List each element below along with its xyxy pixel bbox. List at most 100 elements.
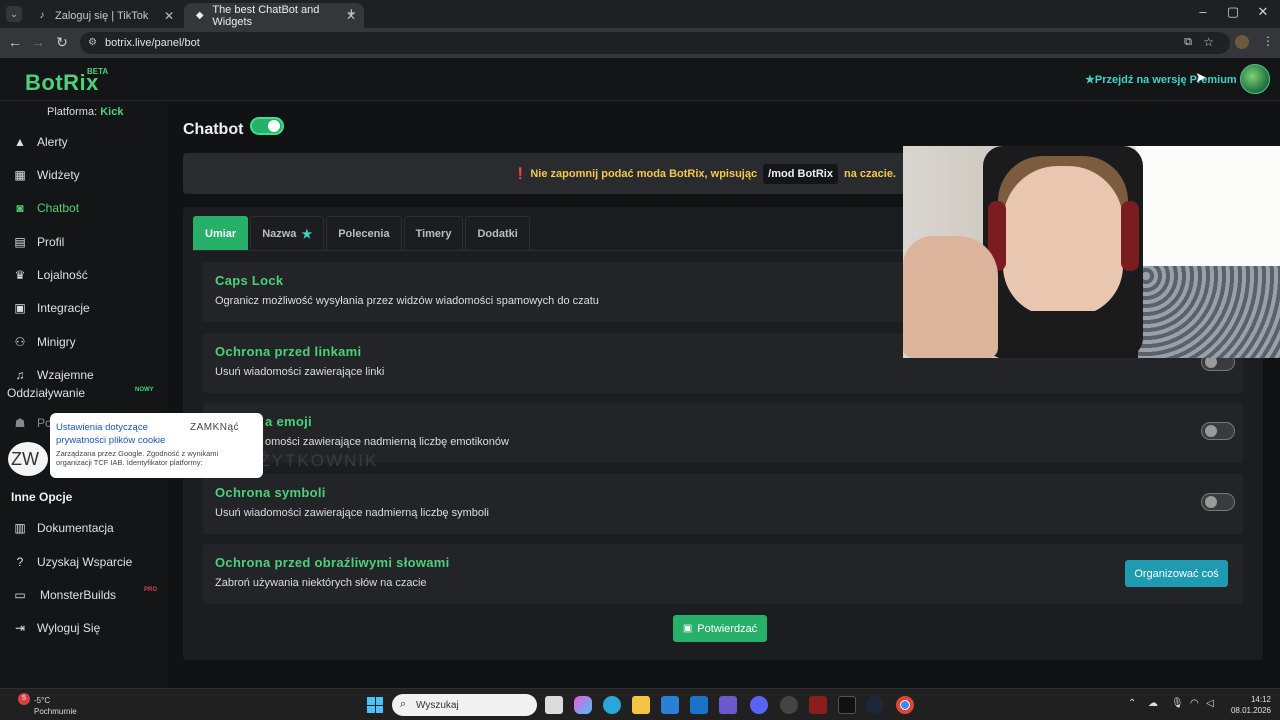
sidebar-item-wyloguj[interactable]: ⇥ Wyloguj Się: [0, 613, 167, 643]
rule-toggle[interactable]: [1201, 493, 1235, 511]
capcut-icon[interactable]: [838, 696, 856, 714]
sidebar-item-minigry[interactable]: ⚇ Minigry: [0, 327, 167, 357]
sidebar-item-wsparcie[interactable]: ? Uzyskaj Wsparcie: [0, 547, 167, 577]
clock[interactable]: 14:12 08.01.2026: [1227, 694, 1271, 716]
browser-tab-tiktok[interactable]: ♪ Zaloguj się | TikTok ✕: [26, 3, 182, 28]
browser-tab-botrix[interactable]: ◆ The best ChatBot and Widgets ✕: [184, 3, 364, 28]
wifi-icon[interactable]: ◠: [1190, 698, 1199, 709]
bookmark-star-icon[interactable]: ☆: [1203, 35, 1214, 49]
chatbot-toggle[interactable]: [250, 117, 284, 135]
shield-app-icon[interactable]: [809, 696, 827, 714]
sidebar-item-alerty[interactable]: ▲ Alerty: [0, 127, 167, 157]
sidebar-item-lojalnosc[interactable]: ♛ Lojalność: [0, 260, 167, 290]
steam-icon[interactable]: [866, 696, 884, 714]
app-icon[interactable]: [780, 696, 798, 714]
back-icon[interactable]: ←: [6, 34, 24, 50]
sidebar-item-label: Profil: [37, 235, 65, 249]
translate-icon[interactable]: ⧉: [1184, 36, 1192, 49]
store-icon[interactable]: [661, 696, 679, 714]
save-button[interactable]: ▣ Potwierdzać: [673, 615, 767, 642]
close-tab-icon[interactable]: ✕: [164, 9, 174, 23]
taskbar: 5 -5°C Pochmurnie ⌕ Wyszukaj ⌃ ☁ 🎙 ◠ ◁ 1…: [0, 688, 1280, 720]
webcam-hand: [903, 236, 998, 358]
menu-icon[interactable]: ⋮: [1262, 34, 1274, 48]
profile-icon[interactable]: [1235, 35, 1249, 49]
clock-time: 14:12: [1250, 695, 1271, 704]
browser-tab-title: Zaloguj się | TikTok: [55, 9, 149, 22]
sidebar-item-label: Widżety: [37, 168, 80, 182]
ghost-user-text: UŻYTKOWNIK: [245, 451, 379, 470]
edge-icon[interactable]: [603, 696, 621, 714]
tab-search-button[interactable]: ⌄: [6, 6, 22, 22]
premium-link-label: Przejdź na wersję Premium: [1094, 74, 1237, 86]
sidebar-item-widzety[interactable]: ▦ Widżety: [0, 160, 167, 190]
grid-icon: ▦: [14, 168, 26, 182]
new-tab-button[interactable]: +: [347, 5, 356, 22]
sidebar-item-oddzialywanie[interactable]: Oddziaływanie: [7, 386, 85, 400]
users-icon: ☗: [14, 416, 26, 430]
teams-icon[interactable]: [719, 696, 737, 714]
taskbar-search[interactable]: ⌕ Wyszukaj: [392, 694, 537, 716]
volume-icon[interactable]: ◁: [1206, 698, 1214, 709]
discord-icon[interactable]: [750, 696, 768, 714]
minimize-icon[interactable]: –: [1188, 4, 1218, 19]
microphone-icon[interactable]: 🎙: [1171, 698, 1184, 709]
search-placeholder: Wyszukaj: [416, 699, 459, 711]
weather-badge: 5: [18, 693, 30, 705]
browser-tab-title: The best ChatBot and Widgets: [212, 3, 320, 28]
laptop-icon: ▭: [14, 588, 26, 602]
tab-dodatki[interactable]: Dodatki: [465, 216, 530, 251]
tab-timery[interactable]: Timery: [403, 216, 464, 251]
rule-description: Usuń wiadomości zawierające nadmierną li…: [215, 507, 489, 519]
start-button[interactable]: [367, 697, 383, 713]
sidebar-item-chatbot[interactable]: ◙ Chatbot: [0, 193, 167, 223]
platform-label-text: Platforma:: [47, 106, 98, 118]
tray-chevron-icon[interactable]: ⌃: [1128, 698, 1136, 709]
platform-value: Kick: [100, 106, 124, 118]
url-text: botrix.live/panel/bot: [105, 37, 200, 49]
tab-nazwa[interactable]: Nazwa ★: [250, 216, 325, 251]
webcam-headset-right: [1121, 201, 1139, 271]
sidebar-item-label: Alerty: [37, 135, 68, 149]
webcam-overlay: [903, 146, 1280, 358]
address-bar[interactable]: ⚙ botrix.live/panel/bot ⧉ ☆: [80, 32, 1230, 54]
task-view-icon[interactable]: [545, 696, 563, 714]
organize-button[interactable]: Organizować coś: [1125, 560, 1228, 587]
sidebar-item-label: Uzyskaj Wsparcie: [37, 555, 133, 569]
tab-umiar[interactable]: Umiar: [193, 216, 249, 251]
sidebar-item-dokumentacja[interactable]: ▥ Dokumentacja: [0, 513, 167, 543]
notice-text: ❗ Nie zapomnij podać moda BotRix, wpisuj…: [514, 164, 896, 184]
maximize-icon[interactable]: ▢: [1218, 4, 1248, 20]
copilot-icon[interactable]: [574, 696, 592, 714]
chrome-icon[interactable]: [896, 696, 914, 714]
close-window-icon[interactable]: ✕: [1248, 4, 1278, 20]
cookie-subtext: Zarządzana przez Google. Zgodność z wyni…: [56, 449, 219, 467]
reload-icon[interactable]: ↻: [53, 34, 71, 51]
cookie-badge[interactable]: ZW: [8, 442, 48, 476]
avatar[interactable]: [1240, 64, 1270, 94]
cookie-close-button[interactable]: ZAMKNąć: [190, 422, 239, 433]
warning-icon: ▲: [14, 135, 26, 149]
sidebar-item-monsterbuilds[interactable]: ▭ MonsterBuilds: [0, 580, 167, 610]
sidebar-item-label: Integracje: [37, 301, 90, 315]
rule-toggle[interactable]: [1201, 422, 1235, 440]
outlook-icon[interactable]: [690, 696, 708, 714]
rule-description: Usuń wiadomości zawierające linki: [215, 366, 385, 378]
app-header: BotRix BETA ★Przejdź na wersję Premium: [0, 58, 1280, 101]
tab-polecenia[interactable]: Polecenia: [326, 216, 402, 251]
file-explorer-icon[interactable]: [632, 696, 650, 714]
webcam-bed: [1136, 266, 1280, 358]
network-app-icon[interactable]: ☁: [1148, 698, 1158, 709]
sidebar-item-profil[interactable]: ▤ Profil: [0, 227, 167, 257]
rule-description: Ogranicz możliwość wysyłania przez widzó…: [215, 295, 599, 307]
sidebar-item-label: Lojalność: [37, 268, 88, 282]
pro-badge: PRO: [144, 587, 158, 593]
site-info-icon[interactable]: ⚙: [88, 37, 97, 48]
cookie-title[interactable]: Ustawienia dotyczące prywatności plików …: [56, 421, 181, 447]
logout-icon: ⇥: [14, 621, 26, 635]
forward-icon[interactable]: →: [29, 34, 47, 50]
sidebar-item-label: Dokumentacja: [37, 521, 114, 535]
sidebar-item-integracje[interactable]: ▣ Integracje: [0, 293, 167, 323]
robot-icon: ◙: [16, 201, 24, 215]
premium-link[interactable]: ★Przejdź na wersję Premium: [1085, 73, 1237, 86]
